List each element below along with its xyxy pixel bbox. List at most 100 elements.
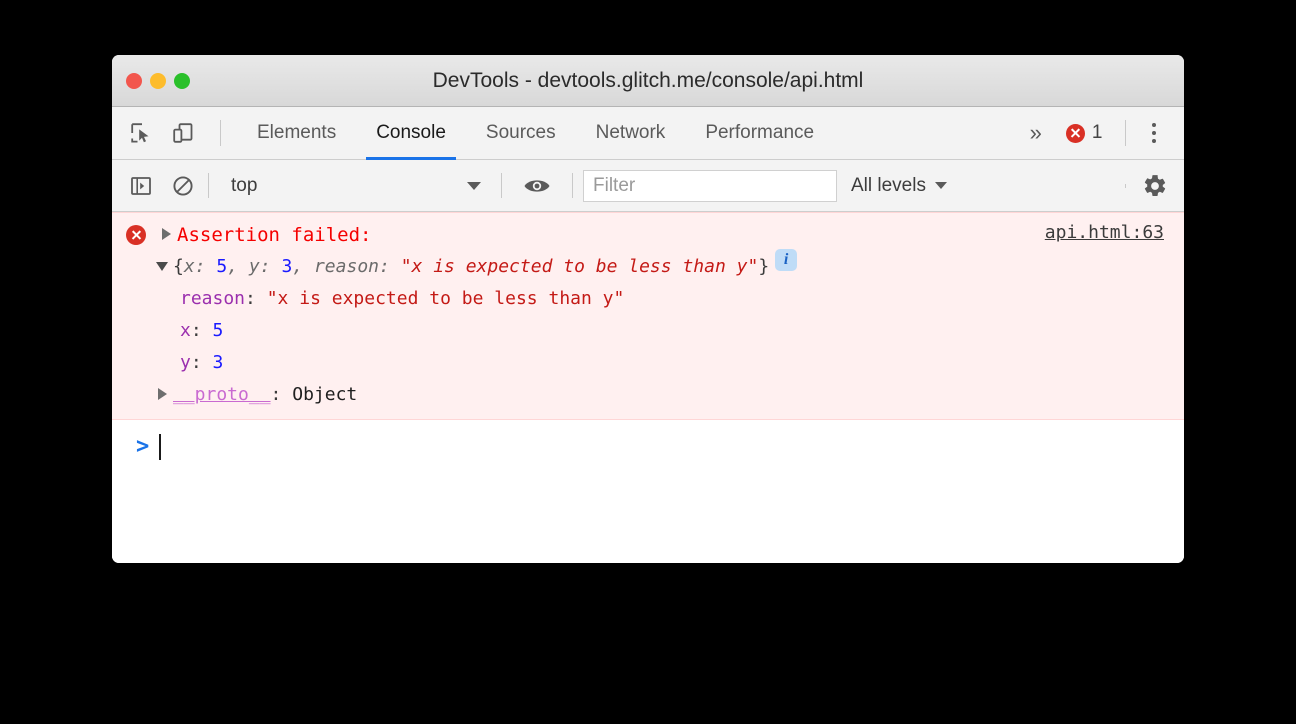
property-reason-colon: : <box>245 288 267 309</box>
log-levels-select[interactable]: All levels <box>837 175 961 197</box>
tab-performance-label: Performance <box>705 122 815 143</box>
toolbar-divider-3 <box>572 173 573 198</box>
object-preview-row[interactable]: {x: 5, y: 3, reason: "x is expected to b… <box>112 249 1184 283</box>
tab-elements-label: Elements <box>257 122 337 143</box>
toolbar-divider-2 <box>501 173 502 198</box>
chevron-down-icon <box>467 181 481 190</box>
expand-collapse-icon[interactable] <box>162 228 171 240</box>
object-preview-text: {x: 5, y: 3, reason: "x is expected to b… <box>173 251 769 283</box>
preview-sep-1: , <box>227 256 249 277</box>
property-proto-colon: : <box>270 384 293 405</box>
property-y-value: 3 <box>212 352 224 373</box>
execution-context-select[interactable]: top <box>219 169 491 203</box>
maximize-window-button[interactable] <box>174 73 190 89</box>
collapse-object-icon[interactable] <box>156 262 168 271</box>
preview-colon-1: : <box>194 256 217 277</box>
assertion-failed-text: Assertion failed: <box>177 224 372 246</box>
kebab-dot-2 <box>1151 130 1156 136</box>
property-x: x: 5 <box>180 315 223 347</box>
info-badge-icon[interactable]: i <box>775 249 798 271</box>
error-count-badge[interactable]: 1 <box>1056 122 1113 144</box>
property-y-colon: : <box>190 352 213 373</box>
preview-key-x: x <box>183 256 195 277</box>
tab-list: Elements Console Sources Network Perform… <box>237 107 834 160</box>
gear-glyph <box>1144 174 1166 196</box>
preview-close-brace: } <box>758 256 770 277</box>
console-prompt-row[interactable]: > <box>112 420 1184 464</box>
property-proto-value: Object <box>292 384 358 405</box>
kebab-dot-1 <box>1151 122 1156 128</box>
preview-value-x: 5 <box>216 256 228 277</box>
error-icon <box>126 225 146 245</box>
tabstrip-right-divider <box>1124 120 1126 146</box>
tabstrip-right-group: » 1 <box>1018 107 1184 159</box>
object-proto-row[interactable]: __proto__: Object <box>112 379 1184 411</box>
console-sidebar-toggle-icon[interactable] <box>126 171 156 201</box>
object-property-row[interactable]: y: 3 <box>112 347 1184 379</box>
expand-proto-icon[interactable] <box>158 388 167 400</box>
tab-sources[interactable]: Sources <box>466 107 576 159</box>
console-message-area[interactable]: Assertion failed: api.html:63 {x: 5, y: … <box>112 212 1184 563</box>
more-tabs-icon[interactable]: » <box>1018 122 1054 144</box>
tab-console-label: Console <box>376 122 446 143</box>
eye-glyph <box>524 179 550 192</box>
screenshot-root: DevTools - devtools.glitch.me/console/ap… <box>0 0 1296 724</box>
device-toolbar-glyph <box>173 123 193 143</box>
object-property-row[interactable]: x: 5 <box>112 315 1184 347</box>
log-levels-label: All levels <box>851 174 926 196</box>
property-reason-key: reason <box>180 288 246 309</box>
tab-console[interactable]: Console <box>356 107 466 160</box>
console-filter-input[interactable] <box>583 169 837 202</box>
toolbar-divider-1 <box>208 173 209 198</box>
source-link[interactable]: api.html:63 <box>1045 222 1164 243</box>
preview-open-brace: { <box>173 256 184 277</box>
preview-colon-2: : <box>259 256 282 277</box>
property-y-key: y <box>180 352 191 373</box>
tab-performance[interactable]: Performance <box>685 107 834 159</box>
traffic-light-group <box>126 55 190 107</box>
settings-gear-icon[interactable] <box>1140 171 1170 201</box>
minimize-window-button[interactable] <box>150 73 166 89</box>
property-reason: reason: "x is expected to be less than y… <box>180 283 624 315</box>
property-proto: __proto__: Object <box>173 379 357 411</box>
tab-network[interactable]: Network <box>576 107 686 159</box>
live-expression-eye-icon[interactable] <box>522 171 552 201</box>
console-toolbar: top All levels <box>112 160 1184 212</box>
property-reason-value: "x is expected to be less than y" <box>266 288 625 309</box>
tabstrip-left-icons <box>112 107 231 159</box>
property-x-colon: : <box>190 320 213 341</box>
console-error-message[interactable]: Assertion failed: api.html:63 {x: 5, y: … <box>112 212 1184 420</box>
devtools-tabstrip: Elements Console Sources Network Perform… <box>112 107 1184 160</box>
inspect-element-icon[interactable] <box>126 118 156 148</box>
kebab-dot-3 <box>1151 138 1156 144</box>
toolbar-divider-4 <box>1125 183 1126 188</box>
close-window-button[interactable] <box>126 73 142 89</box>
inspect-element-glyph <box>131 123 149 143</box>
text-cursor <box>159 434 162 460</box>
error-count-value: 1 <box>1091 122 1103 143</box>
tab-sources-label: Sources <box>485 122 556 143</box>
preview-key-y: y <box>248 256 260 277</box>
preview-colon-3: : <box>379 256 401 277</box>
clear-console-icon[interactable] <box>168 171 198 201</box>
chevron-down-icon <box>934 182 947 189</box>
property-proto-key: __proto__ <box>173 384 271 405</box>
devtools-window: DevTools - devtools.glitch.me/console/ap… <box>112 55 1184 563</box>
tab-network-label: Network <box>595 122 666 143</box>
preview-sep-2: , <box>292 256 314 277</box>
sidebar-toggle-glyph <box>131 176 151 195</box>
object-property-row[interactable]: reason: "x is expected to be less than y… <box>112 283 1184 315</box>
tab-elements[interactable]: Elements <box>237 107 356 159</box>
error-header-row[interactable]: Assertion failed: api.html:63 <box>112 219 1184 251</box>
tabstrip-divider <box>220 120 221 146</box>
property-y: y: 3 <box>180 347 223 379</box>
kebab-menu-icon[interactable] <box>1138 122 1173 144</box>
preview-key-reason: reason <box>313 256 379 277</box>
console-toolbar-right <box>1111 171 1184 201</box>
property-x-key: x <box>180 320 191 341</box>
window-titlebar: DevTools - devtools.glitch.me/console/ap… <box>112 55 1184 107</box>
prompt-arrow-icon: > <box>136 434 150 459</box>
window-title: DevTools - devtools.glitch.me/console/ap… <box>432 68 864 92</box>
execution-context-label: top <box>231 174 258 196</box>
device-toolbar-icon[interactable] <box>168 118 198 148</box>
